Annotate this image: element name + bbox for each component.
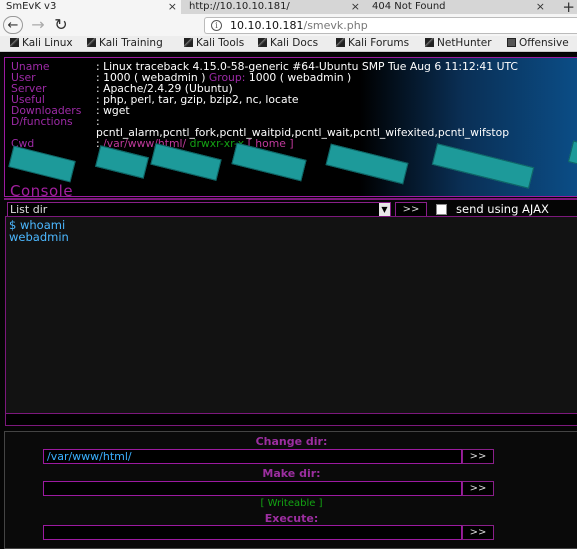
url-host: 10.10.10.181 [230, 19, 304, 32]
bookmark-kali-forums[interactable]: Kali Forums [336, 37, 409, 49]
url-text: 10.10.10.181/smevk.php [230, 19, 368, 32]
bookmark-kali-linux[interactable]: Kali Linux [10, 37, 73, 49]
tab-title: SmEvK v3 [6, 1, 57, 12]
browser-tab-bar: SmEvK v3 × http://10.10.10.181/ × 404 No… [0, 0, 577, 16]
downloaders-value: : wget [96, 104, 130, 117]
tab-title: http://10.10.10.181/ [189, 1, 290, 12]
menu-button-6[interactable] [431, 143, 535, 189]
kali-dragon-icon [87, 38, 96, 47]
kali-dragon-icon [258, 38, 267, 47]
bookmarks-bar: Kali Linux Kali Training Kali Tools Kali… [0, 36, 577, 52]
bookmark-offensive[interactable]: Offensive [507, 37, 569, 49]
bookmark-label: Kali Forums [348, 37, 410, 49]
dfunctions-row: D/functions : [11, 115, 100, 128]
command-select[interactable]: List dir ▼ [7, 202, 391, 217]
bookmark-nethunter[interactable]: NetHunter [425, 37, 492, 49]
file-actions-panel: Change dir: /var/www/html/ >> Make dir: … [4, 431, 577, 549]
menu-button-1[interactable] [8, 145, 76, 183]
system-info-header: Uname : Linux traceback 4.15.0-58-generi… [4, 57, 577, 197]
close-icon[interactable]: × [168, 0, 177, 13]
info-icon[interactable]: i [211, 20, 222, 31]
menu-button-3[interactable] [150, 143, 222, 181]
change-dir-button[interactable]: >> [462, 449, 494, 464]
change-dir-input[interactable]: /var/www/html/ [43, 449, 462, 464]
close-icon[interactable]: × [351, 0, 360, 13]
bookmark-kali-tools[interactable]: Kali Tools [184, 37, 244, 49]
bookmark-label: NetHunter [437, 37, 492, 49]
bookmark-label: Kali Training [99, 37, 163, 49]
ajax-label: send using AJAX [456, 202, 549, 216]
menu-button-2[interactable] [95, 145, 149, 179]
bookmark-label: Kali Docs [270, 37, 319, 49]
menu-button-4[interactable] [231, 142, 307, 182]
ajax-checkbox[interactable] [436, 204, 447, 215]
reload-icon[interactable]: ↻ [51, 16, 71, 34]
offensive-security-icon [507, 38, 516, 47]
make-dir-button[interactable]: >> [462, 481, 494, 496]
execute-button[interactable]: >> [462, 525, 494, 540]
tab-smevk[interactable]: SmEvK v3 × [0, 0, 181, 14]
execute-label: Execute: [264, 512, 319, 525]
bookmark-kali-training[interactable]: Kali Training [87, 37, 163, 49]
close-icon[interactable]: × [536, 0, 545, 13]
bookmark-kali-docs[interactable]: Kali Docs [258, 37, 318, 49]
command-select-value: List dir [10, 203, 48, 216]
menu-buttons [5, 140, 577, 195]
kali-dragon-icon [10, 38, 19, 47]
menu-button-5[interactable] [325, 143, 409, 185]
make-dir-input[interactable] [43, 481, 462, 496]
tab-ip[interactable]: http://10.10.10.181/ × [183, 0, 364, 14]
kali-dragon-icon [336, 38, 345, 47]
console-output[interactable]: $ whoami webadmin [5, 216, 577, 414]
kali-dragon-icon [184, 38, 193, 47]
forward-icon[interactable]: → [28, 16, 48, 34]
bookmark-label: Kali Linux [22, 37, 73, 49]
menu-button-7[interactable] [567, 140, 577, 172]
bookmark-label: Kali Tools [196, 37, 245, 49]
url-bar[interactable]: i 10.10.10.181/smevk.php [204, 17, 577, 34]
url-path: /smevk.php [303, 19, 368, 32]
output-line: $ whoami [9, 218, 66, 232]
make-dir-label: Make dir: [262, 467, 321, 480]
webshell-page: Uname : Linux traceback 4.15.0-58-generi… [0, 53, 577, 549]
chevron-down-icon[interactable]: ▼ [379, 203, 390, 216]
bookmark-label: Offensive [519, 37, 569, 49]
navigation-bar: ← → ↻ i 10.10.10.181/smevk.php [0, 14, 577, 36]
console-divider [4, 198, 577, 200]
nethunter-icon [425, 38, 434, 47]
change-dir-label: Change dir: [255, 435, 328, 448]
command-input[interactable] [5, 413, 577, 426]
writeable-status: [ Writeable ] [260, 498, 323, 509]
back-icon[interactable]: ← [3, 16, 23, 34]
group-id: 1000 ( webadmin ) [248, 71, 352, 84]
console-go-button[interactable]: >> [395, 202, 427, 217]
execute-input[interactable] [43, 525, 462, 540]
output-line: webadmin [9, 230, 69, 244]
tab-404[interactable]: 404 Not Found × [366, 0, 549, 14]
tab-title: 404 Not Found [372, 1, 446, 12]
dfunctions-label: D/functions [11, 115, 73, 128]
